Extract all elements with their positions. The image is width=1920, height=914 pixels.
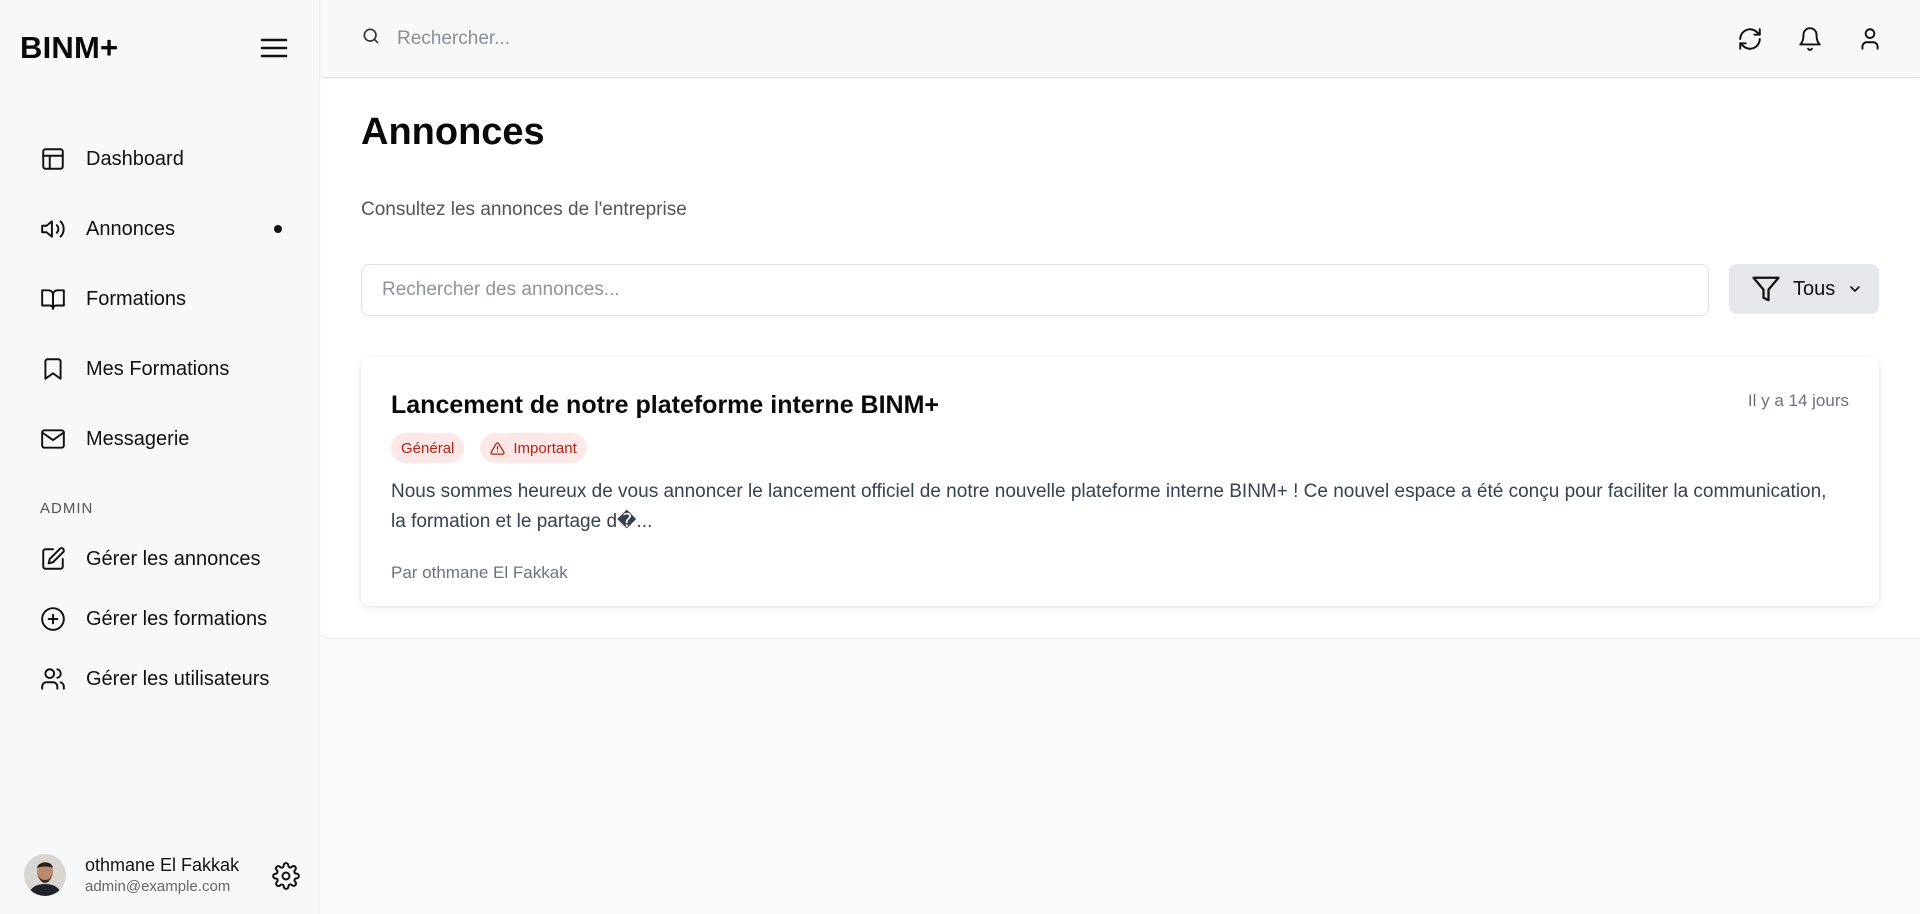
bell-icon[interactable]: [1797, 26, 1823, 52]
megaphone-icon: [40, 216, 66, 242]
sidebar-item-gerer-formations[interactable]: Gérer les formations: [28, 589, 292, 649]
layout-dashboard-icon: [40, 146, 66, 172]
badge-list: Général Important: [391, 433, 587, 463]
sidebar-item-dashboard[interactable]: Dashboard: [28, 124, 292, 194]
user-email: admin@example.com: [85, 878, 231, 895]
page-subtitle: Consultez les annonces de l'entreprise: [361, 199, 687, 220]
announcement-excerpt: Nous sommes heureux de vous annoncer le …: [391, 481, 1827, 532]
menu-icon[interactable]: [258, 34, 290, 62]
user-icon[interactable]: [1857, 26, 1883, 52]
sidebar: BINM+ Dashboard Annonces Formations Mes …: [0, 0, 320, 914]
announcement-author: Par othmane El Fakkak: [391, 563, 568, 582]
admin-section-heading: ADMIN: [40, 500, 94, 517]
sidebar-item-gerer-annonces[interactable]: Gérer les annonces: [28, 529, 292, 589]
category-badge: Général: [391, 433, 465, 463]
priority-badge: Important: [480, 433, 587, 463]
badge-label: Général: [401, 439, 455, 457]
announcement-title[interactable]: Lancement de notre plateforme interne BI…: [391, 391, 939, 420]
settings-icon[interactable]: [272, 862, 300, 890]
plus-circle-icon: [40, 606, 66, 632]
mail-icon: [40, 426, 66, 452]
topbar: [321, 0, 1920, 78]
sidebar-item-label: Mes Formations: [86, 357, 230, 380]
announcement-card[interactable]: Lancement de notre plateforme interne BI…: [361, 357, 1879, 606]
alert-triangle-icon: [490, 441, 506, 456]
book-open-icon: [40, 286, 66, 312]
sidebar-item-formations[interactable]: Formations: [28, 264, 292, 334]
sidebar-item-annonces[interactable]: Annonces: [28, 194, 292, 264]
filter-dropdown[interactable]: Tous: [1729, 264, 1879, 314]
sidebar-item-label: Annonces: [86, 217, 175, 240]
chevron-down-icon: [1847, 281, 1863, 297]
avatar[interactable]: [24, 854, 66, 896]
sidebar-item-label: Dashboard: [86, 147, 184, 170]
refresh-icon[interactable]: [1737, 26, 1763, 52]
brand-logo[interactable]: BINM+: [20, 30, 118, 66]
global-search-input[interactable]: [397, 22, 917, 56]
badge-label: Important: [513, 439, 577, 457]
filter-icon: [1751, 274, 1781, 304]
sidebar-item-label: Messagerie: [86, 427, 190, 450]
bookmark-icon: [40, 356, 66, 382]
main-content: Annonces Consultez les annonces de l'ent…: [321, 79, 1920, 639]
active-indicator-dot: [274, 225, 282, 233]
annonces-search-input[interactable]: [361, 264, 1709, 316]
user-name: othmane El Fakkak: [85, 855, 240, 875]
sidebar-item-messagerie[interactable]: Messagerie: [28, 404, 292, 474]
filter-label: Tous: [1793, 277, 1836, 300]
user-profile: othmane El Fakkak admin@example.com: [24, 852, 304, 902]
search-icon: [361, 26, 381, 46]
sidebar-item-label: Formations: [86, 287, 187, 310]
edit-icon: [40, 546, 66, 572]
sidebar-item-label: Gérer les annonces: [86, 547, 261, 570]
sidebar-item-label: Gérer les formations: [86, 607, 268, 630]
sidebar-item-label: Gérer les utilisateurs: [86, 667, 270, 690]
page-title: Annonces: [361, 111, 545, 153]
announcement-date: Il y a 14 jours: [1747, 391, 1849, 410]
users-icon: [40, 666, 66, 692]
sidebar-item-gerer-utilisateurs[interactable]: Gérer les utilisateurs: [28, 649, 292, 709]
admin-nav: Gérer les annonces Gérer les formations …: [28, 529, 292, 709]
sidebar-item-mes-formations[interactable]: Mes Formations: [28, 334, 292, 404]
main-nav: Dashboard Annonces Formations Mes Format…: [28, 124, 292, 474]
